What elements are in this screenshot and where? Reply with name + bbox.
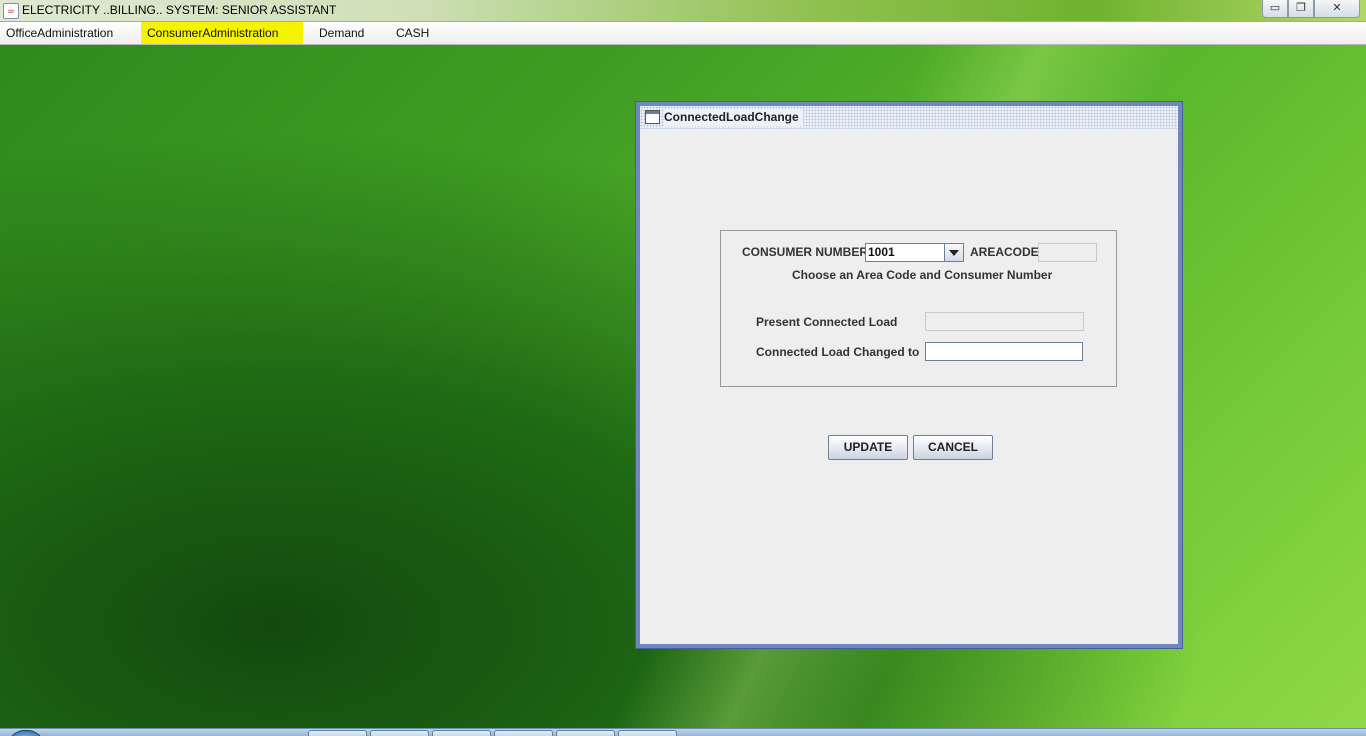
start-button[interactable] — [8, 730, 44, 736]
changed-to-input[interactable] — [925, 342, 1083, 361]
cancel-button[interactable]: CANCEL — [913, 435, 993, 460]
menu-office-administration[interactable]: OfficeAdministration — [0, 22, 119, 44]
consumer-number-label: CONSUMER NUMBER — [742, 245, 868, 259]
frame-titlebar[interactable]: ConnectedLoadChange — [640, 106, 1178, 129]
frame-content: CONSUMER NUMBER 1001 AREACODE Choose an … — [640, 129, 1178, 644]
taskbar-item[interactable] — [370, 730, 429, 736]
frame-window-icon — [645, 110, 660, 124]
changed-to-label: Connected Load Changed to — [756, 345, 920, 359]
taskbar-item[interactable] — [308, 730, 367, 736]
areacode-field — [1038, 243, 1097, 262]
hint-text: Choose an Area Code and Consumer Number — [792, 268, 1053, 282]
menu-bar: OfficeAdministration ConsumerAdministrat… — [0, 22, 1366, 45]
connected-load-change-frame: ConnectedLoadChange CONSUMER NUMBER 1001… — [635, 101, 1183, 649]
taskbar-item[interactable] — [618, 730, 677, 736]
consumer-panel: CONSUMER NUMBER 1001 AREACODE Choose an … — [720, 230, 1117, 387]
menu-demand[interactable]: Demand — [313, 22, 370, 44]
consumer-number-combo[interactable]: 1001 — [865, 243, 964, 262]
menu-consumer-administration[interactable]: ConsumerAdministration — [141, 22, 303, 44]
close-button[interactable]: ✕ — [1314, 0, 1360, 18]
taskbar-item[interactable] — [494, 730, 553, 736]
taskbar-item[interactable] — [432, 730, 491, 736]
frame-title: ConnectedLoadChange — [664, 109, 803, 126]
maximize-button[interactable]: ❐ — [1288, 0, 1314, 18]
update-button[interactable]: UPDATE — [828, 435, 908, 460]
present-load-label: Present Connected Load — [756, 315, 898, 329]
taskbar — [0, 728, 1366, 736]
window-title: ELECTRICITY ..BILLING.. SYSTEM: SENIOR A… — [22, 3, 337, 17]
present-load-field — [925, 312, 1084, 331]
minimize-button[interactable]: ▭ — [1262, 0, 1288, 18]
java-app-icon: ☕ — [3, 3, 19, 19]
combo-dropdown-button[interactable] — [944, 244, 963, 261]
menu-cash[interactable]: CASH — [390, 22, 435, 44]
consumer-number-value: 1001 — [868, 245, 895, 259]
window-titlebar: ☕ ELECTRICITY ..BILLING.. SYSTEM: SENIOR… — [0, 0, 1366, 22]
taskbar-item[interactable] — [556, 730, 615, 736]
chevron-down-icon — [949, 250, 959, 256]
areacode-label: AREACODE — [970, 245, 1039, 259]
